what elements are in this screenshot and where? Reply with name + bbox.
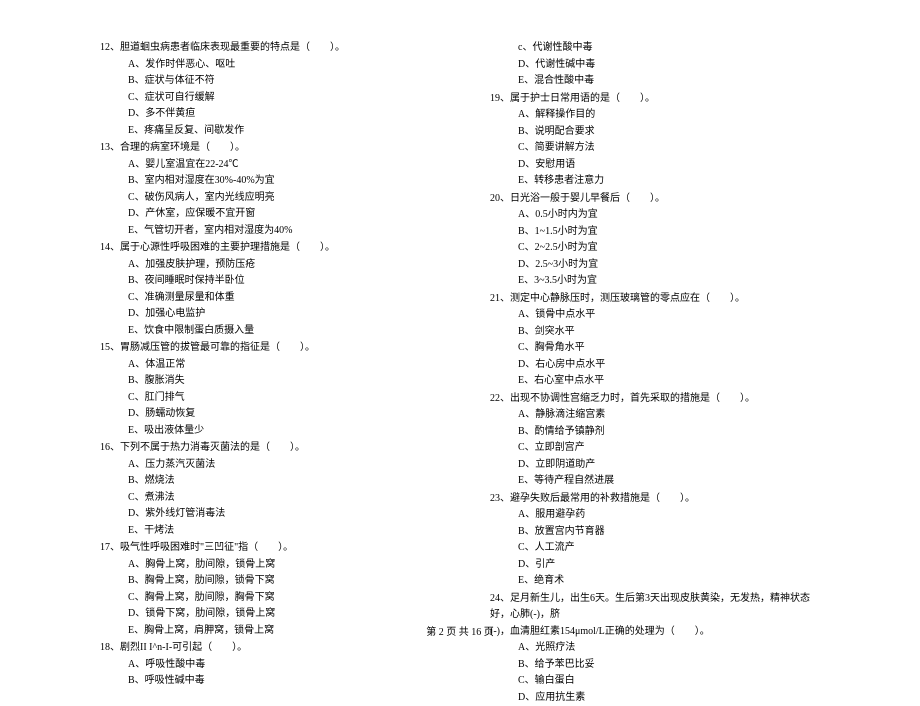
q24-option-b: B、给予苯巴比妥 (490, 657, 820, 674)
q17-option-a: A、胸骨上窝，肋间隙，锁骨上窝 (100, 557, 430, 574)
q22-stem: 22、出现不协调性宫缩乏力时，首先采取的措施是（ ）。 (490, 391, 820, 408)
q13-option-e: E、气管切开者，室内相对湿度为40% (100, 223, 430, 240)
q18-option-b: B、呼吸性碱中毒 (100, 673, 430, 690)
left-column: 12、胆道蛔虫病患者临床表现最重要的特点是（ ）。 A、发作时伴恶心、呕吐 B、… (100, 40, 430, 620)
q14-option-c: C、准确测量尿量和体重 (100, 290, 430, 307)
q15-option-b: B、腹胀消失 (100, 373, 430, 390)
q19-option-e: E、转移患者注意力 (490, 173, 820, 190)
right-column: c、代谢性酸中毒 D、代谢性碱中毒 E、混合性酸中毒 19、属于护士日常用语的是… (490, 40, 820, 620)
q23-option-c: C、人工流产 (490, 540, 820, 557)
q19-option-c: C、简要讲解方法 (490, 140, 820, 157)
q14-option-a: A、加强皮肤护理，预防压疮 (100, 257, 430, 274)
q18-option-e: E、混合性酸中毒 (490, 73, 820, 90)
q21-option-b: B、剑突水平 (490, 324, 820, 341)
question-20: 20、日光浴一般于婴儿早餐后（ ）。 A、0.5小时内为宜 B、1~1.5小时为… (490, 191, 820, 290)
q20-stem: 20、日光浴一般于婴儿早餐后（ ）。 (490, 191, 820, 208)
q16-option-d: D、紫外线灯管消毒法 (100, 506, 430, 523)
question-16: 16、下列不属于热力消毒灭菌法的是（ ）。 A、压力蒸汽灭菌法 B、燃烧法 C、… (100, 440, 430, 539)
page-footer: 第 2 页 共 16 页 (0, 623, 920, 638)
q15-option-e: E、吸出液体量少 (100, 423, 430, 440)
q15-option-a: A、体温正常 (100, 357, 430, 374)
q17-option-b: B、胸骨上窝，肋间隙，锁骨下窝 (100, 573, 430, 590)
q23-option-b: B、放置宫内节育器 (490, 524, 820, 541)
q20-option-a: A、0.5小时内为宜 (490, 207, 820, 224)
q17-option-d: D、锁骨下窝，肋间隙，锁骨上窝 (100, 606, 430, 623)
q15-option-c: C、肛门排气 (100, 390, 430, 407)
q12-stem: 12、胆道蛔虫病患者临床表现最重要的特点是（ ）。 (100, 40, 430, 57)
q13-option-b: B、室内相对湿度在30%-40%为宜 (100, 173, 430, 190)
q16-stem: 16、下列不属于热力消毒灭菌法的是（ ）。 (100, 440, 430, 457)
question-18-continued: c、代谢性酸中毒 D、代谢性碱中毒 E、混合性酸中毒 (490, 40, 820, 90)
q13-option-c: C、破伤风病人，室内光线应明亮 (100, 190, 430, 207)
q22-option-a: A、静脉滴注缩宫素 (490, 407, 820, 424)
q23-option-e: E、绝育术 (490, 573, 820, 590)
question-21: 21、测定中心静脉压时，测压玻璃管的零点应在（ ）。 A、锁骨中点水平 B、剑突… (490, 291, 820, 390)
q23-stem: 23、避孕失败后最常用的补救措施是（ ）。 (490, 491, 820, 508)
page-content: 12、胆道蛔虫病患者临床表现最重要的特点是（ ）。 A、发作时伴恶心、呕吐 B、… (0, 0, 920, 650)
q22-option-d: D、立即阴道助产 (490, 457, 820, 474)
q21-stem: 21、测定中心静脉压时，测压玻璃管的零点应在（ ）。 (490, 291, 820, 308)
question-22: 22、出现不协调性宫缩乏力时，首先采取的措施是（ ）。 A、静脉滴注缩宫素 B、… (490, 391, 820, 490)
q12-option-d: D、多不伴黄疸 (100, 106, 430, 123)
q15-stem: 15、胃肠减压管的拔管最可靠的指征是（ ）。 (100, 340, 430, 357)
q14-option-e: E、饮食中限制蛋白质摄入量 (100, 323, 430, 340)
q19-option-a: A、解释操作目的 (490, 107, 820, 124)
question-13: 13、合理的病室环境是（ ）。 A、婴儿室温宜在22-24℃ B、室内相对湿度在… (100, 140, 430, 239)
q24-option-d: D、应用抗生素 (490, 690, 820, 706)
q20-option-d: D、2.5~3小时为宜 (490, 257, 820, 274)
question-24: 24、足月新生儿，出生6天。生后第3天出现皮肤黄染，无发热，精神状态好，心肺(-… (490, 591, 820, 706)
q12-option-a: A、发作时伴恶心、呕吐 (100, 57, 430, 74)
q14-stem: 14、属于心源性呼吸困难的主要护理措施是（ ）。 (100, 240, 430, 257)
q16-option-e: E、干烤法 (100, 523, 430, 540)
q21-option-c: C、胸骨角水平 (490, 340, 820, 357)
q18-option-d: D、代谢性碱中毒 (490, 57, 820, 74)
q12-option-b: B、症状与体征不符 (100, 73, 430, 90)
q23-option-a: A、服用避孕药 (490, 507, 820, 524)
q16-option-a: A、压力蒸汽灭菌法 (100, 457, 430, 474)
question-14: 14、属于心源性呼吸困难的主要护理措施是（ ）。 A、加强皮肤护理，预防压疮 B… (100, 240, 430, 339)
q20-option-e: E、3~3.5小时为宜 (490, 273, 820, 290)
q13-option-a: A、婴儿室温宜在22-24℃ (100, 157, 430, 174)
q24-option-c: C、输白蛋白 (490, 673, 820, 690)
q16-option-c: C、煮沸法 (100, 490, 430, 507)
q17-stem: 17、吸气性呼吸困难时"三凹征"指（ ）。 (100, 540, 430, 557)
q12-option-e: E、疼痛呈反复、间歇发作 (100, 123, 430, 140)
q24-stem: 24、足月新生儿，出生6天。生后第3天出现皮肤黄染，无发热，精神状态好，心肺(-… (490, 591, 820, 624)
question-15: 15、胃肠减压管的拔管最可靠的指征是（ ）。 A、体温正常 B、腹胀消失 C、肛… (100, 340, 430, 439)
q15-option-d: D、肠蠕动恢复 (100, 406, 430, 423)
q22-option-e: E、等待产程自然进展 (490, 473, 820, 490)
q19-stem: 19、属于护士日常用语的是（ ）。 (490, 91, 820, 108)
q18-stem: 18、剧烈II I^n-I-可引起（ ）。 (100, 640, 430, 657)
q20-option-c: C、2~2.5小时为宜 (490, 240, 820, 257)
q22-option-c: C、立即剖宫产 (490, 440, 820, 457)
q23-option-d: D、引产 (490, 557, 820, 574)
q12-option-c: C、症状可自行缓解 (100, 90, 430, 107)
q14-option-b: B、夜间睡眠时保持半卧位 (100, 273, 430, 290)
q20-option-b: B、1~1.5小时为宜 (490, 224, 820, 241)
q18-option-a: A、呼吸性酸中毒 (100, 657, 430, 674)
question-12: 12、胆道蛔虫病患者临床表现最重要的特点是（ ）。 A、发作时伴恶心、呕吐 B、… (100, 40, 430, 139)
q21-option-d: D、右心房中点水平 (490, 357, 820, 374)
q13-stem: 13、合理的病室环境是（ ）。 (100, 140, 430, 157)
question-23: 23、避孕失败后最常用的补救措施是（ ）。 A、服用避孕药 B、放置宫内节育器 … (490, 491, 820, 590)
q22-option-b: B、酌情给予镇静剂 (490, 424, 820, 441)
q17-option-c: C、胸骨上窝，肋间隙，胸骨下窝 (100, 590, 430, 607)
q21-option-a: A、锁骨中点水平 (490, 307, 820, 324)
q14-option-d: D、加强心电监护 (100, 306, 430, 323)
q19-option-d: D、安慰用语 (490, 157, 820, 174)
q13-option-d: D、产休室，应保暖不宜开窗 (100, 206, 430, 223)
q24-option-a: A、光照疗法 (490, 640, 820, 657)
q21-option-e: E、右心室中点水平 (490, 373, 820, 390)
q16-option-b: B、燃烧法 (100, 473, 430, 490)
question-19: 19、属于护士日常用语的是（ ）。 A、解释操作目的 B、说明配合要求 C、简要… (490, 91, 820, 190)
q19-option-b: B、说明配合要求 (490, 124, 820, 141)
question-18: 18、剧烈II I^n-I-可引起（ ）。 A、呼吸性酸中毒 B、呼吸性碱中毒 (100, 640, 430, 690)
q18-option-c: c、代谢性酸中毒 (490, 40, 820, 57)
